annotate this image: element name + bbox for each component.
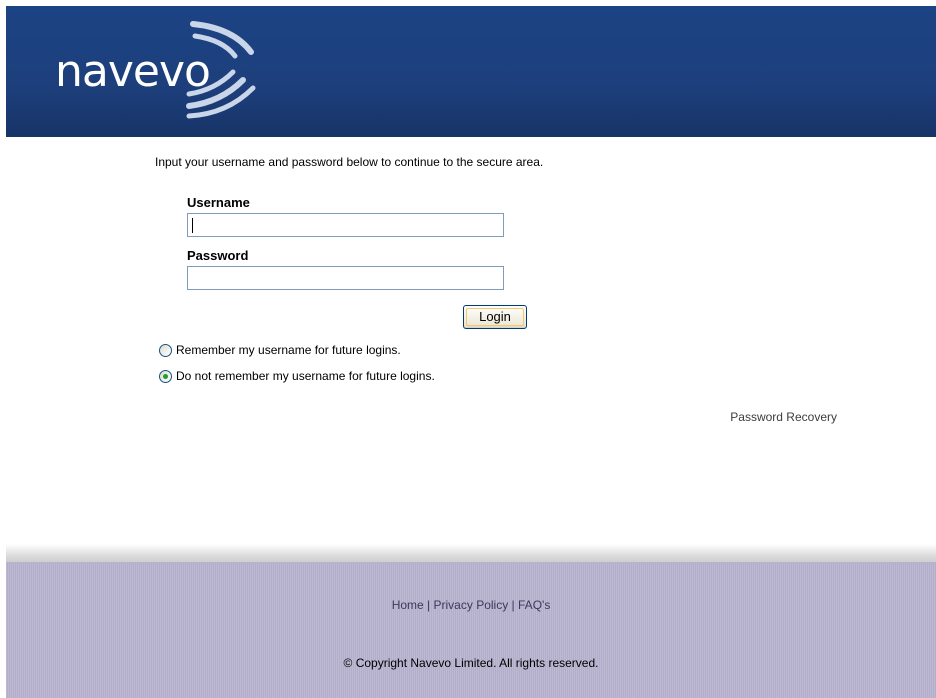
do-not-remember-option[interactable]: Do not remember my username for future l… — [159, 369, 435, 383]
login-button-label: Login — [479, 309, 511, 324]
link-separator: | — [511, 598, 515, 612]
privacy-policy-link[interactable]: Privacy Policy — [434, 598, 509, 612]
navevo-logo[interactable]: navevo — [55, 16, 285, 126]
do-not-remember-label: Do not remember my username for future l… — [176, 369, 435, 383]
footer-divider — [6, 544, 936, 562]
login-instructions: Input your username and password below t… — [155, 155, 544, 169]
username-label: Username — [187, 195, 250, 210]
do-not-remember-radio[interactable] — [159, 369, 172, 383]
username-input[interactable] — [187, 213, 504, 237]
link-separator: | — [427, 598, 431, 612]
footer: Home | Privacy Policy | FAQ's © Copyrigh… — [6, 562, 936, 698]
faq-link[interactable]: FAQ's — [518, 598, 550, 612]
password-input[interactable] — [187, 266, 504, 290]
footer-links: Home | Privacy Policy | FAQ's — [6, 598, 936, 612]
header-banner: navevo — [6, 6, 936, 137]
remember-radio[interactable] — [159, 343, 172, 357]
remember-label: Remember my username for future logins. — [176, 343, 401, 357]
password-recovery-link[interactable]: Password Recovery — [730, 410, 837, 424]
remember-username-option[interactable]: Remember my username for future logins. — [159, 343, 401, 357]
password-label: Password — [187, 248, 249, 263]
copyright-text: © Copyright Navevo Limited. All rights r… — [343, 656, 599, 670]
signal-waves-icon — [186, 21, 256, 119]
text-caret — [192, 218, 193, 233]
home-link[interactable]: Home — [392, 598, 424, 612]
login-button[interactable]: Login — [463, 305, 527, 329]
